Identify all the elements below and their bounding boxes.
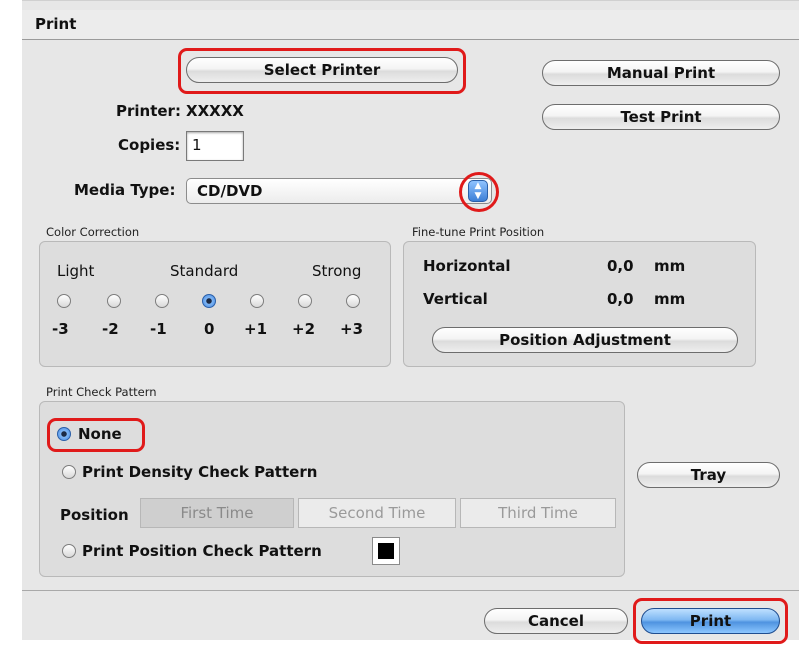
title-bar	[22, 10, 799, 40]
level-label: -3	[52, 320, 69, 338]
dialog-title: Print	[35, 15, 77, 33]
vertical-value: 0,0	[607, 290, 634, 308]
correction-radio-minus1[interactable]	[155, 294, 169, 308]
position-label: Position	[60, 506, 129, 524]
footer-divider	[22, 590, 799, 591]
none-radio[interactable]	[57, 427, 71, 441]
media-type-select[interactable]: CD/DVD	[186, 178, 492, 204]
printer-label: Printer:	[116, 102, 181, 120]
fine-tune-title: Fine-tune Print Position	[412, 225, 545, 239]
density-pattern-radio[interactable]	[62, 465, 76, 479]
position-adjustment-button[interactable]: Position Adjustment	[432, 327, 738, 353]
test-print-button[interactable]: Test Print	[542, 104, 780, 130]
pattern-color-swatch[interactable]	[372, 537, 400, 565]
segment-third-time[interactable]: Third Time	[460, 498, 616, 528]
cancel-button[interactable]: Cancel	[484, 608, 628, 634]
swatch-fill	[378, 543, 394, 559]
correction-radio-plus3[interactable]	[346, 294, 360, 308]
position-pattern-radio[interactable]	[62, 544, 76, 558]
vertical-label: Vertical	[423, 290, 488, 308]
select-arrows-icon[interactable]: ▲ ▼	[468, 180, 488, 202]
manual-print-button[interactable]: Manual Print	[542, 60, 780, 86]
media-type-label: Media Type:	[74, 181, 176, 199]
segment-second-time[interactable]: Second Time	[298, 498, 456, 528]
strong-label: Strong	[312, 262, 362, 280]
print-button[interactable]: Print	[641, 608, 780, 634]
standard-label: Standard	[170, 262, 239, 280]
horizontal-value: 0,0	[607, 257, 634, 275]
tray-button[interactable]: Tray	[637, 462, 780, 488]
level-label: +1	[244, 320, 268, 338]
level-label: 0	[204, 320, 215, 338]
level-label: -1	[150, 320, 167, 338]
none-label[interactable]: None	[78, 425, 122, 443]
density-pattern-label[interactable]: Print Density Check Pattern	[82, 463, 317, 481]
printer-value: XXXXX	[186, 102, 244, 120]
correction-radio-plus1[interactable]	[250, 294, 264, 308]
level-label: +2	[292, 320, 316, 338]
correction-radio-minus2[interactable]	[107, 294, 121, 308]
level-label: +3	[340, 320, 364, 338]
correction-radio-minus3[interactable]	[57, 294, 71, 308]
segment-first-time[interactable]: First Time	[140, 498, 294, 528]
copies-label: Copies:	[118, 136, 181, 154]
color-correction-title: Color Correction	[46, 225, 140, 239]
vertical-unit: mm	[654, 290, 686, 308]
horizontal-label: Horizontal	[423, 257, 511, 275]
light-label: Light	[57, 262, 95, 280]
check-pattern-title: Print Check Pattern	[46, 385, 157, 399]
copies-input[interactable]: 1	[186, 131, 244, 161]
select-printer-button[interactable]: Select Printer	[186, 57, 458, 83]
position-pattern-label[interactable]: Print Position Check Pattern	[82, 542, 322, 560]
level-label: -2	[102, 320, 119, 338]
media-type-value: CD/DVD	[197, 182, 263, 200]
horizontal-unit: mm	[654, 257, 686, 275]
correction-radio-plus2[interactable]	[298, 294, 312, 308]
correction-radio-0[interactable]	[202, 294, 216, 308]
